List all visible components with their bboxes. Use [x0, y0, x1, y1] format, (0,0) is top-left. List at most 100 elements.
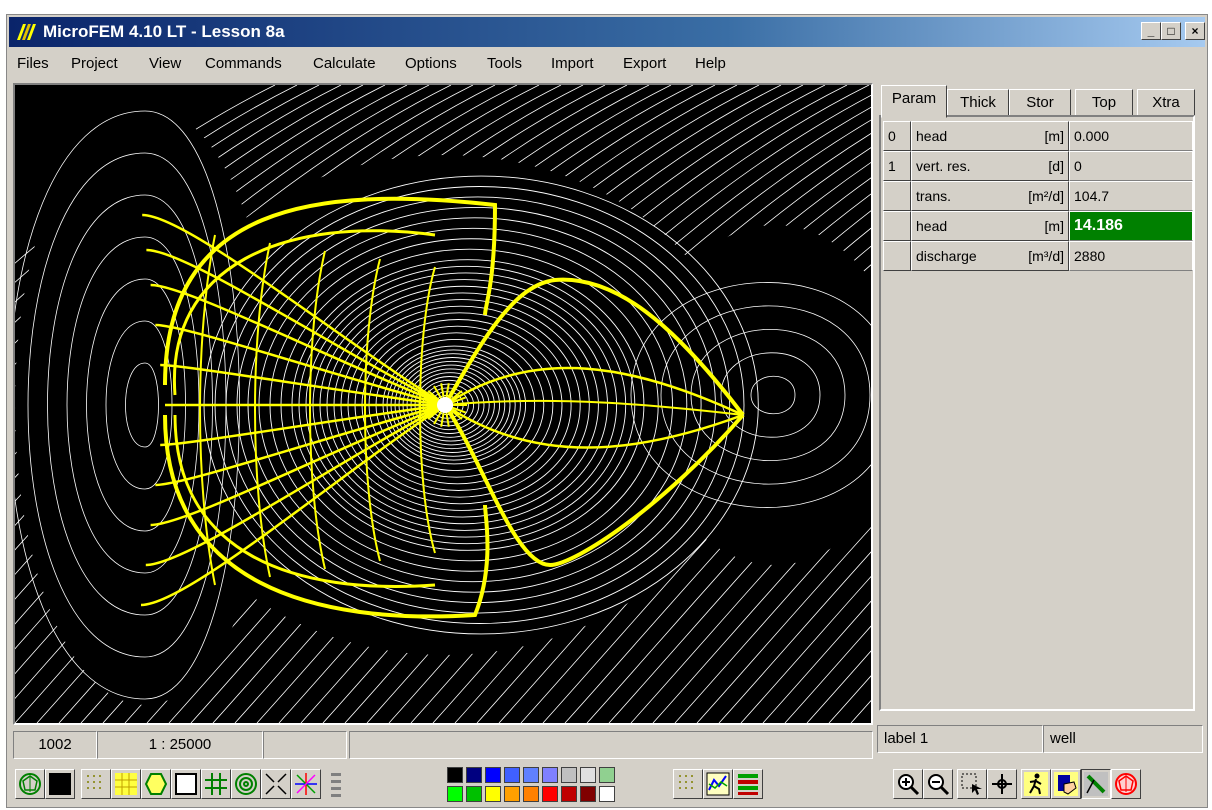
minimize-button[interactable]: _ [1141, 22, 1161, 40]
palette-swatch[interactable] [542, 786, 558, 802]
palette-swatch[interactable] [561, 767, 577, 783]
menu-commands[interactable]: Commands [205, 55, 282, 72]
param-name: vert. res. [916, 158, 971, 174]
stop-icon [1115, 773, 1137, 795]
node-number: 1002 [13, 731, 97, 759]
label-field[interactable]: label 1 [877, 725, 1043, 753]
palette-swatch[interactable] [447, 767, 463, 783]
row-name: head [m] [911, 211, 1069, 241]
param-unit: [m²/d] [1028, 188, 1064, 204]
concentric-circles-button[interactable] [231, 769, 261, 799]
select-zoom-button[interactable] [957, 769, 987, 799]
palette-swatch[interactable] [561, 786, 577, 802]
yellow-grid-button[interactable] [111, 769, 141, 799]
table-row[interactable]: head [m] 14.186 [883, 211, 1193, 241]
row-index: 0 [883, 121, 911, 151]
pan-button[interactable] [987, 769, 1017, 799]
palette-swatch[interactable] [523, 786, 539, 802]
flow-plot[interactable] [15, 85, 871, 723]
polygon-button[interactable] [141, 769, 171, 799]
table-row[interactable]: discharge [m³/d] 2880 [883, 241, 1193, 271]
close-button[interactable]: × [1185, 22, 1205, 40]
well-marker[interactable] [437, 397, 453, 413]
grid-dots-button[interactable] [81, 769, 111, 799]
pen-button[interactable] [1081, 769, 1111, 799]
window-title: MicroFEM 4.10 LT - Lesson 8a [43, 22, 285, 41]
row-index [883, 241, 911, 271]
param-unit: [m] [1044, 128, 1064, 144]
menu-import[interactable]: Import [551, 55, 594, 72]
param-value[interactable]: 104.7 [1069, 181, 1193, 211]
dotted-grid-button[interactable] [673, 769, 703, 799]
menu-files[interactable]: Files [17, 55, 49, 72]
tab-thick[interactable]: Thick [947, 89, 1009, 117]
param-value-selected[interactable]: 14.186 [1069, 211, 1193, 241]
palette-swatch[interactable] [447, 786, 463, 802]
maximize-button[interactable]: □ [1161, 22, 1181, 40]
param-name: head [916, 128, 948, 144]
row-name: discharge [m³/d] [911, 241, 1069, 271]
table-row[interactable]: 1 vert. res. [d] 0 [883, 151, 1193, 181]
walk-button[interactable] [1021, 769, 1051, 799]
palette-swatch[interactable] [466, 767, 482, 783]
tab-top[interactable]: Top [1075, 89, 1133, 117]
rectangle-button[interactable] [171, 769, 201, 799]
tab-stor[interactable]: Stor [1009, 89, 1071, 117]
tab-xtra[interactable]: Xtra [1137, 89, 1195, 117]
mesh-toggle-icon [19, 773, 41, 795]
app-window: MicroFEM 4.10 LT - Lesson 8a _ □ × Files… [6, 14, 1208, 808]
pan-icon [992, 774, 1012, 794]
app-logo-icon [17, 24, 36, 40]
menu-options[interactable]: Options [405, 55, 457, 72]
palette-swatch[interactable] [580, 786, 596, 802]
menu-tools[interactable]: Tools [487, 55, 522, 72]
palette-swatch[interactable] [466, 786, 482, 802]
palette-swatch[interactable] [542, 767, 558, 783]
param-unit: [m] [1044, 218, 1064, 234]
walk-icon [1024, 772, 1048, 796]
table-row[interactable]: trans. [m²/d] 104.7 [883, 181, 1193, 211]
param-value[interactable]: 0 [1069, 151, 1193, 181]
palette-swatch[interactable] [504, 767, 520, 783]
palette-swatch[interactable] [523, 767, 539, 783]
color-palette [447, 767, 617, 803]
zoom-in-button[interactable] [893, 769, 923, 799]
mesh-toggle-button[interactable] [15, 769, 45, 799]
stop-button[interactable] [1111, 769, 1141, 799]
palette-swatch[interactable] [485, 786, 501, 802]
palette-swatch[interactable] [599, 767, 615, 783]
menu-calculate[interactable]: Calculate [313, 55, 376, 72]
menu-help[interactable]: Help [695, 55, 726, 72]
black-square-button[interactable] [45, 769, 75, 799]
title-bar[interactable]: MicroFEM 4.10 LT - Lesson 8a _ □ × [9, 17, 1205, 47]
grid-dots-icon [87, 775, 101, 789]
param-value[interactable]: 0.000 [1069, 121, 1193, 151]
arrows-in-button[interactable] [261, 769, 291, 799]
palette-swatch[interactable] [580, 767, 596, 783]
layers-button[interactable] [733, 769, 763, 799]
menu-view[interactable]: View [149, 55, 181, 72]
zoom-out-button[interactable] [923, 769, 953, 799]
row-index: 1 [883, 151, 911, 181]
toolbar-grip[interactable] [331, 771, 341, 799]
hash-grid-button[interactable] [201, 769, 231, 799]
menu-project[interactable]: Project [71, 55, 118, 72]
side-panel: Param Thick Stor Top Xtra 0 head [m] 0.00… [875, 85, 1203, 723]
grip-icon [331, 773, 341, 797]
palette-swatch[interactable] [599, 786, 615, 802]
menu-bar: Files Project View Commands Calculate Op… [9, 49, 1205, 79]
palette-swatch[interactable] [504, 786, 520, 802]
graph-button[interactable] [703, 769, 733, 799]
palette-swatch[interactable] [485, 767, 501, 783]
flow-lines-button[interactable] [291, 769, 321, 799]
rectangle-icon [175, 773, 197, 795]
label-value-field[interactable]: well [1043, 725, 1203, 753]
menu-export[interactable]: Export [623, 55, 666, 72]
book-hand-button[interactable] [1051, 769, 1081, 799]
param-unit: [d] [1048, 158, 1064, 174]
param-value[interactable]: 2880 [1069, 241, 1193, 271]
model-canvas[interactable] [13, 83, 873, 725]
dotted-grid-icon [679, 775, 693, 789]
table-row[interactable]: 0 head [m] 0.000 [883, 121, 1193, 151]
tab-param[interactable]: Param [881, 85, 947, 118]
